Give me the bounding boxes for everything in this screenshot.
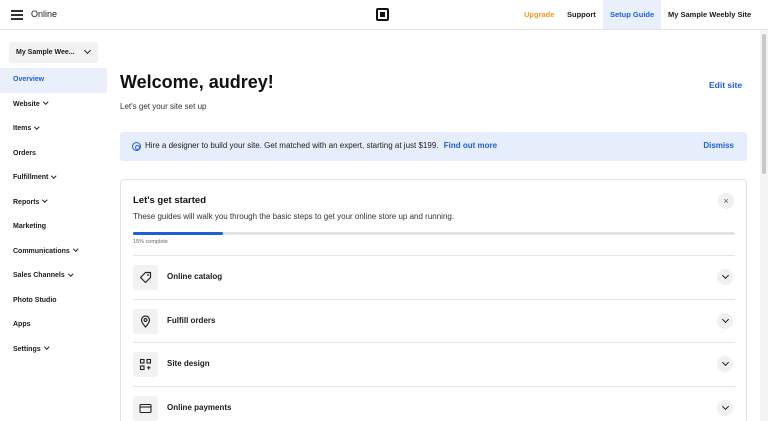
progress-fill <box>133 232 224 235</box>
task-row-site-design[interactable]: Site design <box>133 342 735 385</box>
sidebar-item-label: Fulfillment <box>13 174 49 181</box>
sidebar-item-overview[interactable]: Overview <box>0 68 107 93</box>
setup-guide-link[interactable]: Setup Guide <box>603 0 662 29</box>
sidebar-item-label: Items <box>13 125 32 132</box>
close-icon[interactable]: × <box>718 193 734 209</box>
support-link[interactable]: Support <box>560 0 603 29</box>
sidebar-item-label: Apps <box>13 321 31 328</box>
top-bar: Online Upgrade Support Setup Guide My Sa… <box>0 0 768 30</box>
task-row-fulfill-orders[interactable]: Fulfill orders <box>133 298 735 342</box>
chevron-down-icon <box>34 123 40 129</box>
sidebar-item-items[interactable]: Items <box>0 117 107 142</box>
chevron-down-icon[interactable] <box>717 269 733 285</box>
chevron-down-icon[interactable] <box>717 312 733 329</box>
credit-card-icon <box>133 395 158 421</box>
scrollbar-thumb[interactable] <box>762 34 766 174</box>
layout-grid-icon <box>133 352 158 377</box>
chevron-down-icon <box>51 172 57 178</box>
sidebar-item-website[interactable]: Website <box>0 93 107 118</box>
sidebar-item-label: Communications <box>13 247 70 255</box>
site-selector-label: My Sample Wee... <box>16 49 75 56</box>
sidebar-item-photo-studio[interactable]: Photo Studio <box>0 289 107 314</box>
sidebar-item-reports[interactable]: Reports <box>0 191 107 216</box>
sidebar-item-apps[interactable]: Apps <box>0 313 107 338</box>
sidebar-item-settings[interactable]: Settings <box>0 338 107 363</box>
hamburger-menu-icon[interactable] <box>11 10 23 20</box>
square-logo-icon <box>376 8 389 21</box>
sidebar-item-label: Website <box>13 100 40 108</box>
banner-message: Hire a designer to build your site. Get … <box>145 141 439 150</box>
sidebar-item-label: Orders <box>13 149 36 157</box>
sidebar-item-label: Overview <box>13 76 45 83</box>
task-label: Fulfill orders <box>167 315 216 325</box>
dismiss-button[interactable]: Dismiss <box>703 141 734 150</box>
sidebar-item-sales-channels[interactable]: Sales Channels <box>0 264 107 289</box>
progress-bar <box>133 232 735 235</box>
chevron-down-icon[interactable] <box>717 356 733 372</box>
task-row-online-payments[interactable]: Online payments <box>133 385 735 421</box>
sidebar-item-fulfillment[interactable]: Fulfillment <box>0 166 107 191</box>
task-label: Online payments <box>167 402 232 412</box>
chevron-down-icon <box>43 344 49 350</box>
sidebar-nav: Overview Website Items Orders Fulfillment Rep… <box>0 68 107 362</box>
sidebar-item-communications[interactable]: Communications <box>0 240 107 265</box>
chevron-down-icon <box>42 99 48 105</box>
task-label: Online catalog <box>167 272 223 281</box>
card-title: Let's get started <box>133 195 206 206</box>
page-title: Welcome, audrey! <box>120 72 274 92</box>
site-name-link[interactable]: My Sample Weebly Site <box>661 0 758 29</box>
app-name: Online <box>31 9 58 19</box>
chevron-down-icon <box>42 197 48 203</box>
task-label: Site design <box>167 359 210 368</box>
card-description: These guides will walk you through the b… <box>133 212 455 221</box>
task-row-online-catalog[interactable]: Online catalog <box>133 255 735 298</box>
scrollbar[interactable] <box>760 30 768 421</box>
tag-icon <box>133 265 158 290</box>
location-pin-icon <box>133 308 158 334</box>
page-subtitle: Let's get your site set up <box>120 102 207 111</box>
sidebar: My Sample Wee... Overview Website Items Ord… <box>0 30 107 421</box>
getting-started-card: Let's get started These guides will walk… <box>120 179 747 421</box>
sidebar-item-label: Marketing <box>13 223 47 230</box>
site-selector-dropdown[interactable]: My Sample Wee... <box>9 42 98 63</box>
find-out-more-link[interactable]: Find out more <box>444 141 497 150</box>
sidebar-item-label: Settings <box>13 345 41 353</box>
sidebar-item-marketing[interactable]: Marketing <box>0 215 107 240</box>
chevron-down-icon <box>83 46 92 55</box>
upgrade-link[interactable]: Upgrade <box>517 0 561 29</box>
sidebar-item-orders[interactable]: Orders <box>0 142 107 167</box>
sidebar-item-label: Reports <box>13 198 40 206</box>
edit-site-link[interactable]: Edit site <box>709 80 742 90</box>
chevron-down-icon[interactable] <box>717 399 733 416</box>
chevron-down-icon <box>73 246 79 252</box>
sidebar-item-label: Sales Channels <box>13 272 65 279</box>
designer-banner: Hire a designer to build your site. Get … <box>120 132 747 161</box>
banner-text: Hire a designer to build your site. Get … <box>145 141 497 150</box>
sidebar-item-label: Photo Studio <box>13 296 57 304</box>
at-sign-icon <box>132 142 141 151</box>
progress-label: 15% complete <box>133 239 168 245</box>
chevron-down-icon <box>68 270 73 276</box>
